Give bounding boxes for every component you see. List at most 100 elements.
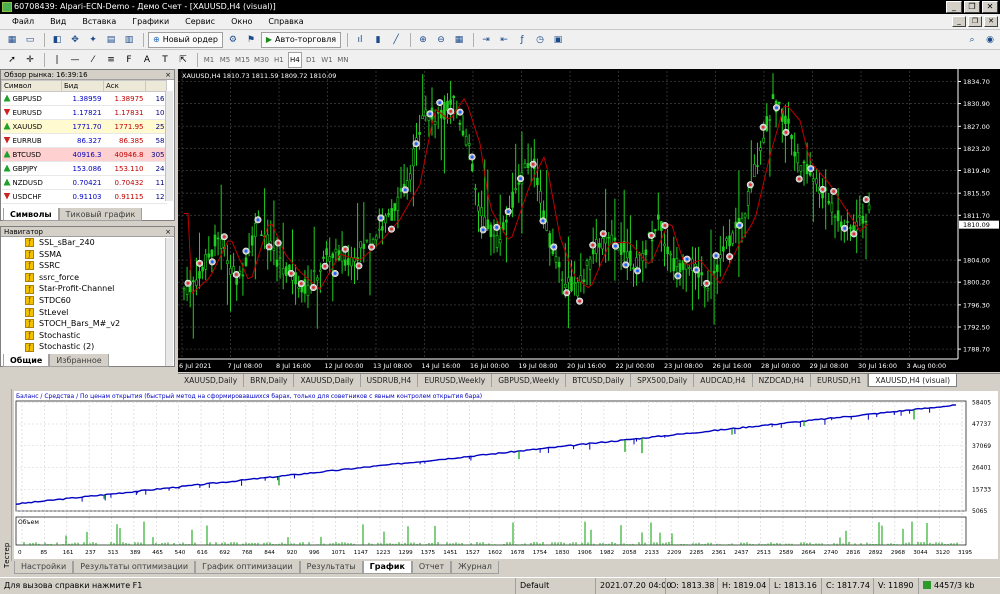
indicators-icon[interactable]: ƒ (514, 32, 530, 48)
navigator-item[interactable]: ƒ Stochastic (2) (25, 341, 174, 353)
menu-insert[interactable]: Вставка (74, 14, 124, 30)
autotrading-button[interactable]: ▶ Авто-торговля (260, 31, 342, 48)
tf-m30[interactable]: M30 (253, 52, 270, 68)
tf-d1[interactable]: D1 (304, 52, 318, 68)
tester-tab[interactable]: График (362, 561, 412, 574)
navigator-item[interactable]: ƒ SSRC (25, 260, 174, 272)
menu-tools[interactable]: Сервис (177, 14, 223, 30)
templates-icon[interactable]: ▣ (550, 32, 566, 48)
navigator-item[interactable]: ƒ SSMA (25, 249, 174, 261)
market-watch-row[interactable]: USDCHF 0.91103 0.91115 12 (1, 189, 167, 204)
tf-h1[interactable]: H1 (272, 52, 286, 68)
line-chart-icon[interactable]: ╱ (388, 32, 404, 48)
vertical-line-icon[interactable]: | (49, 52, 65, 68)
bar-chart-icon[interactable]: ıl (352, 32, 368, 48)
tf-m15[interactable]: M15 (234, 52, 251, 68)
navigator-item[interactable]: ƒ Star-Profit-Channel (25, 283, 174, 295)
navigator-item[interactable]: ƒ STDC60 (25, 295, 174, 307)
menu-charts[interactable]: Графики (124, 14, 177, 30)
arrows-icon[interactable]: ⇱ (175, 52, 191, 68)
fibo-icon[interactable]: F (121, 52, 137, 68)
market-watch-row[interactable]: NZDUSD 0.70421 0.70432 11 (1, 175, 167, 190)
cursor-icon[interactable]: ➚ (4, 52, 20, 68)
chart-tab[interactable]: XAUUSD,H4 (visual) (868, 374, 957, 387)
new-chart-icon[interactable]: ▦ (4, 32, 20, 48)
navigator-scrollbar[interactable] (165, 238, 173, 366)
chart-tab[interactable]: AUDCAD,H4 (694, 374, 753, 387)
periods-icon[interactable]: ◷ (532, 32, 548, 48)
minimize-button[interactable]: _ (946, 1, 962, 13)
crosshair-icon[interactable]: ✛ (22, 52, 38, 68)
tester-tab[interactable]: Отчет (411, 561, 452, 574)
menu-file[interactable]: Файл (4, 14, 42, 30)
chart-tab[interactable]: GBPUSD,Weekly (492, 374, 567, 387)
horizontal-line-icon[interactable]: — (67, 52, 83, 68)
mdi-minimize-button[interactable]: _ (952, 16, 966, 27)
channel-icon[interactable]: ≡ (103, 52, 119, 68)
candle-chart-icon[interactable]: ▮ (370, 32, 386, 48)
price-chart[interactable]: 1834.70 1830.90 1827.00 1823.20 1819.40 1815.… (178, 69, 1000, 372)
market-watch-row[interactable]: BTCUSD 40916.3 40946.8 305 (1, 147, 167, 162)
mdi-close-button[interactable]: ✕ (984, 16, 998, 27)
trendline-icon[interactable]: ⁄ (85, 52, 101, 68)
market-watch-icon[interactable]: ◧ (49, 32, 65, 48)
chart-tab[interactable]: EURUSD,Weekly (418, 374, 493, 387)
market-watch-row[interactable]: GBPUSD 1.38959 1.38975 16 (1, 91, 167, 106)
community-icon[interactable]: ◉ (982, 32, 998, 48)
search-icon[interactable]: ⌕ (964, 32, 980, 48)
navigator-item[interactable]: ƒ Stochastic (25, 330, 174, 342)
navigator-item[interactable]: ƒ StLevel (25, 307, 174, 319)
tester-tab[interactable]: Результаты оптимизации (73, 561, 196, 574)
navigator-item[interactable]: ƒ ssrc_force (25, 272, 174, 284)
col-symbol[interactable]: Символ (1, 80, 62, 92)
data-window-icon[interactable]: ✥ (67, 32, 83, 48)
tab-favorites[interactable]: Избранное (49, 354, 109, 367)
tester-tab[interactable]: Журнал (451, 561, 499, 574)
chart-shift-icon[interactable]: ⇤ (496, 32, 512, 48)
menu-window[interactable]: Окно (223, 14, 260, 30)
menu-help[interactable]: Справка (260, 14, 311, 30)
label-icon[interactable]: T (157, 52, 173, 68)
market-watch-row[interactable]: XAUUSD 1771.70 1771.95 25 (1, 119, 167, 134)
tf-m5[interactable]: M5 (218, 52, 232, 68)
market-watch-row[interactable]: GBPJPY 153.086 153.110 24 (1, 161, 167, 176)
tester-tab[interactable]: Результаты (299, 561, 363, 574)
zoom-out-icon[interactable]: ⊖ (433, 32, 449, 48)
tf-h4[interactable]: H4 (287, 51, 302, 68)
chart-tab[interactable]: USDRUB,H4 (361, 374, 419, 387)
restore-button[interactable]: ❐ (964, 1, 980, 13)
tab-symbols[interactable]: Символы (3, 208, 59, 221)
tf-m1[interactable]: M1 (202, 52, 216, 68)
new-order-button[interactable]: ⊕ Новый ордер (148, 31, 223, 48)
chart-tab[interactable]: NZDCAD,H4 (753, 374, 812, 387)
tester-icon[interactable]: ▥ (121, 32, 137, 48)
tf-w1[interactable]: W1 (320, 52, 334, 68)
market-watch-row[interactable]: EURRUB 86.327 86.385 58 (1, 133, 167, 148)
tester-tab[interactable]: Настройки (14, 561, 74, 574)
close-button[interactable]: ✕ (982, 1, 998, 13)
mdi-restore-button[interactable]: ❐ (968, 16, 982, 27)
autoscroll-icon[interactable]: ⇥ (478, 32, 494, 48)
experts-icon[interactable]: ⚙ (225, 32, 241, 48)
close-icon[interactable]: × (165, 70, 171, 80)
navigator-item[interactable]: ƒ SSL_sBar_240 (25, 237, 174, 249)
chart-tab[interactable]: XAUUSD,Daily (294, 374, 361, 387)
col-ask[interactable]: Аск (103, 80, 146, 92)
tab-common[interactable]: Общие (3, 354, 50, 367)
navigator-item[interactable]: ƒ STOCH_Bars_M#_v2 (25, 318, 174, 330)
market-watch-scrollbar[interactable] (165, 91, 173, 201)
chart-tab[interactable]: SPX500,Daily (631, 374, 695, 387)
terminal-icon[interactable]: ▤ (103, 32, 119, 48)
col-spread[interactable] (145, 80, 167, 92)
tab-tick-chart[interactable]: Тиковый график (58, 208, 143, 221)
text-icon[interactable]: A (139, 52, 155, 68)
tester-tab[interactable]: График оптимизации (195, 561, 300, 574)
chart-tab[interactable]: BTCUSD,Daily (566, 374, 632, 387)
market-watch-row[interactable]: EURUSD 1.17821 1.17831 10 (1, 105, 167, 120)
chart-tab[interactable]: BRN,Daily (244, 374, 295, 387)
close-icon[interactable]: × (165, 227, 171, 237)
menu-view[interactable]: Вид (42, 14, 74, 30)
signals-icon[interactable]: ⚑ (243, 32, 259, 48)
tile-windows-icon[interactable]: ▦ (451, 32, 467, 48)
chart-tab[interactable]: EURUSD,H1 (811, 374, 869, 387)
